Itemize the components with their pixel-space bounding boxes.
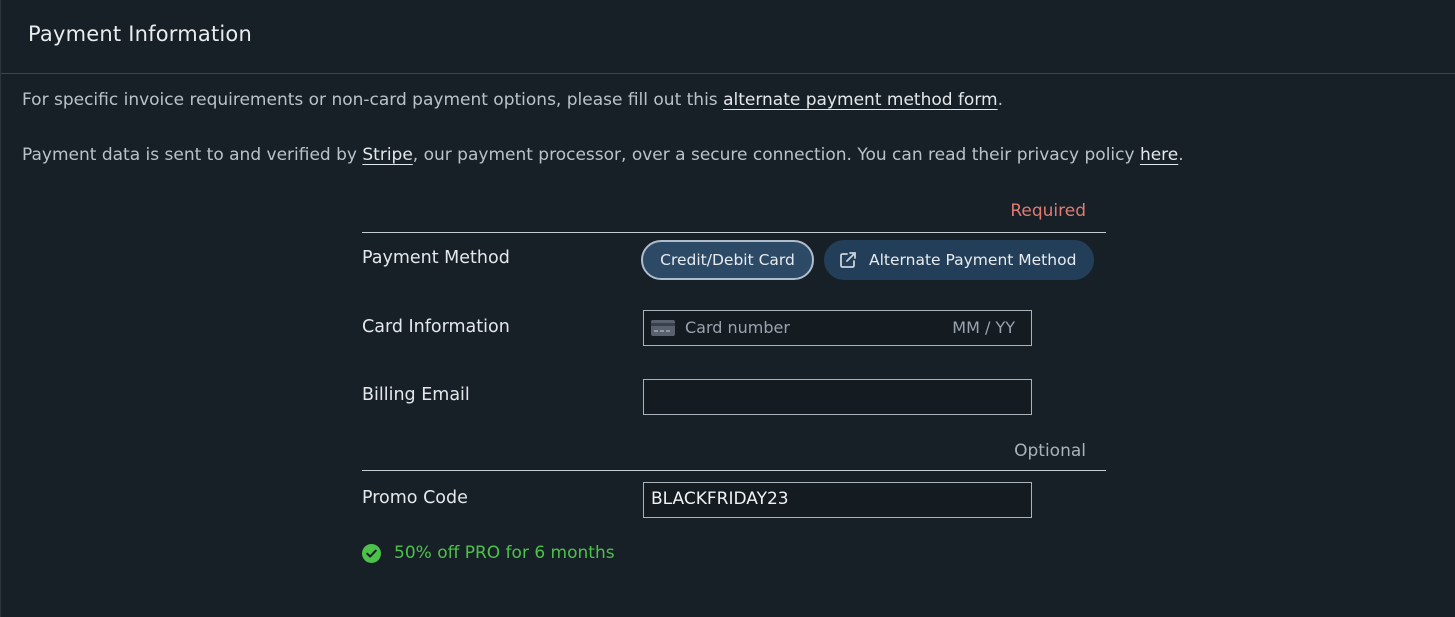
billing-email-field-wrapper xyxy=(643,379,1032,415)
card-information-field[interactable]: Card number MM / YY xyxy=(643,310,1032,346)
promo-status: 50% off PRO for 6 months xyxy=(362,543,615,563)
optional-section-label: Optional xyxy=(1014,441,1086,461)
promo-code-field-wrapper xyxy=(643,482,1032,518)
payment-information-panel: Payment Information For specific invoice… xyxy=(0,0,1455,617)
optional-divider xyxy=(362,470,1106,471)
payment-method-label: Payment Method xyxy=(362,248,510,268)
required-section-label: Required xyxy=(1010,201,1086,221)
card-number-placeholder[interactable]: Card number xyxy=(685,318,790,337)
alternate-payment-note: For specific invoice requirements or non… xyxy=(22,90,1003,110)
credit-debit-card-button-label: Credit/Debit Card xyxy=(660,251,795,269)
promo-code-label: Promo Code xyxy=(362,488,468,508)
alternate-payment-method-button-label: Alternate Payment Method xyxy=(869,251,1077,269)
stripe-privacy-note: Payment data is sent to and verified by … xyxy=(22,145,1184,165)
promo-code-field[interactable] xyxy=(651,489,1021,509)
alternate-payment-form-link[interactable]: alternate payment method form xyxy=(723,90,998,110)
credit-card-icon xyxy=(651,320,675,336)
external-link-icon xyxy=(840,252,856,268)
required-divider xyxy=(362,232,1106,233)
credit-debit-card-button[interactable]: Credit/Debit Card xyxy=(641,240,814,280)
card-expiry-placeholder[interactable]: MM / YY xyxy=(952,318,1015,337)
stripe-link[interactable]: Stripe xyxy=(362,145,412,165)
check-circle-icon xyxy=(362,543,381,563)
card-information-label: Card Information xyxy=(362,317,510,337)
panel-header: Payment Information xyxy=(1,0,1455,74)
promo-status-text: 50% off PRO for 6 months xyxy=(394,543,615,563)
privacy-policy-link[interactable]: here xyxy=(1140,145,1178,165)
alternate-payment-method-button[interactable]: Alternate Payment Method xyxy=(824,240,1094,280)
billing-email-field[interactable] xyxy=(644,380,1031,414)
billing-email-label: Billing Email xyxy=(362,385,470,405)
page-title: Payment Information xyxy=(28,22,252,46)
